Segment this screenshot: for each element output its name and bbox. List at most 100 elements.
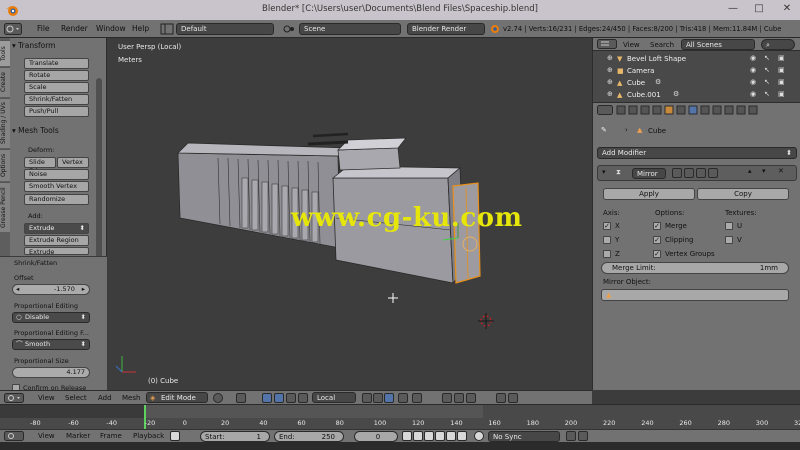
3d-viewport[interactable]: User Persp (Local) Meters www.cg-ku.com … (108, 38, 592, 390)
camera-render-icon[interactable]: ▣ (778, 54, 786, 63)
collapse-arrow-icon[interactable]: ▾ (602, 168, 606, 176)
move-down-icon[interactable]: ▾ (762, 167, 766, 175)
transform-panel-header[interactable]: ▾ Transform (12, 41, 55, 50)
pointer-icon[interactable]: ↖ (764, 90, 772, 99)
show-render-button[interactable] (708, 168, 718, 178)
jump-keyframe-back-button[interactable] (413, 431, 423, 441)
properties-context-tabs[interactable] (597, 105, 797, 115)
preview-range-button[interactable] (170, 431, 180, 441)
tab-grease-pencil[interactable]: Grease Pencil (0, 182, 10, 232)
menu-window[interactable]: Window (96, 24, 126, 33)
tab-options[interactable]: Options (0, 149, 10, 181)
texture-v-checkbox[interactable] (725, 236, 733, 244)
texture-u-checkbox[interactable] (725, 222, 733, 230)
pin-icon[interactable]: ✎ (601, 126, 607, 134)
snap-target-button[interactable] (466, 393, 476, 403)
scale-button[interactable]: Scale (24, 82, 89, 93)
mesh-tools-panel-header[interactable]: ▾ Mesh Tools (12, 126, 59, 135)
record-button[interactable] (474, 431, 484, 441)
proportional-editing-dropdown[interactable]: ○ Disable ⬍ (12, 312, 90, 323)
scale-manipulator-button[interactable] (298, 393, 308, 403)
mesh-menu[interactable]: Mesh (122, 394, 140, 402)
extrude-region-button[interactable]: Extrude Region (24, 235, 89, 246)
play-reverse-button[interactable] (424, 431, 434, 441)
outliner-search-field[interactable]: ⌕ (761, 39, 795, 50)
rotate-button[interactable]: Rotate (24, 70, 89, 81)
outliner-view-menu[interactable]: View (623, 41, 640, 49)
menu-render[interactable]: Render (61, 24, 88, 33)
editor-type-icon[interactable] (4, 431, 24, 441)
view-menu[interactable]: View (38, 394, 55, 402)
sync-mode-dropdown[interactable]: No Sync (488, 431, 560, 442)
opengl-render-button[interactable] (496, 393, 506, 403)
merge-checkbox[interactable]: ✓ (653, 222, 661, 230)
proportional-size-field[interactable]: 4.177 (12, 367, 90, 378)
outliner-display-mode-dropdown[interactable]: All Scenes (681, 39, 755, 50)
pivot-point-button[interactable] (236, 393, 246, 403)
eye-icon[interactable]: ◉ (750, 54, 758, 63)
proportional-editing-button[interactable] (412, 393, 422, 403)
jump-keyframe-forward-button[interactable] (446, 431, 456, 441)
menu-file[interactable]: File (37, 24, 50, 33)
extrude-dropdown[interactable]: Extrude ⬍ (24, 223, 89, 234)
tab-tools[interactable]: Tools (0, 40, 10, 66)
close-button[interactable]: ✕ (774, 0, 800, 20)
randomize-button[interactable]: Randomize (24, 194, 89, 205)
pointer-icon[interactable]: ↖ (764, 54, 772, 63)
vertex-select-button[interactable] (362, 393, 372, 403)
falloff-dropdown[interactable]: ⌒ Smooth ⬍ (12, 339, 90, 350)
pointer-icon[interactable]: ↖ (764, 66, 772, 75)
mirror-object-field[interactable]: ▲ (601, 289, 789, 301)
move-up-icon[interactable]: ▴ (748, 167, 752, 175)
camera-render-icon[interactable]: ▣ (778, 66, 786, 75)
noise-button[interactable]: Noise (24, 169, 89, 180)
snap-element-button[interactable] (454, 393, 464, 403)
transform-orientation-dropdown[interactable]: Local (312, 392, 356, 403)
current-frame-field[interactable]: 0 (354, 431, 398, 442)
axis-x-checkbox[interactable]: ✓ (603, 222, 611, 230)
axis-z-checkbox[interactable] (603, 250, 611, 258)
eye-icon[interactable]: ◉ (750, 90, 758, 99)
modifier-name-field[interactable]: Mirror (632, 168, 666, 179)
select-menu[interactable]: Select (65, 394, 87, 402)
maximize-button[interactable]: □ (746, 0, 772, 20)
translate-manipulator-button[interactable] (274, 393, 284, 403)
eye-icon[interactable]: ◉ (750, 78, 758, 87)
show-viewport-button[interactable] (696, 168, 706, 178)
eye-icon[interactable]: ◉ (750, 66, 758, 75)
slide-vertex-button[interactable]: Vertex (57, 157, 89, 168)
opengl-animation-button[interactable] (508, 393, 518, 403)
outliner-row[interactable]: ⊕ ▲ Cube.001 ⚙ ◉ ↖ ▣ (593, 89, 800, 101)
rotate-manipulator-button[interactable] (286, 393, 296, 403)
copy-button[interactable]: Copy (697, 188, 789, 200)
smooth-vertex-button[interactable]: Smooth Vertex (24, 181, 89, 192)
start-frame-field[interactable]: Start: 1 (200, 431, 270, 442)
push-pull-button[interactable]: Push/Pull (24, 106, 89, 117)
remove-modifier-icon[interactable]: ✕ (778, 167, 784, 175)
offset-field[interactable]: ◂ -1.570 ▸ (12, 284, 90, 295)
outliner-search-menu[interactable]: Search (650, 41, 674, 49)
frame-menu[interactable]: Frame (100, 432, 122, 440)
keying-set-button[interactable] (566, 431, 576, 441)
editor-type-icon[interactable] (597, 39, 617, 49)
playback-menu[interactable]: Playback (133, 432, 164, 440)
edge-select-button[interactable] (373, 393, 383, 403)
editor-type-icon[interactable] (4, 23, 22, 35)
play-button[interactable] (435, 431, 445, 441)
viewport-shading-button[interactable] (213, 393, 223, 403)
scene-dropdown[interactable]: Scene (299, 23, 401, 35)
show-on-cage-button[interactable] (684, 168, 694, 178)
outliner-row[interactable]: ⊕ ▼ Bevel Loft Shape ◉ ↖ ▣ (593, 53, 800, 65)
tab-shading-uvs[interactable]: Shading / UVs (0, 98, 10, 148)
end-frame-field[interactable]: End: 250 (274, 431, 344, 442)
clipping-checkbox[interactable]: ✓ (653, 236, 661, 244)
screen-layout-dropdown[interactable]: Default (176, 23, 274, 35)
extrude-individual-button[interactable]: Extrude Individual (24, 247, 89, 255)
show-in-editmode-button[interactable] (672, 168, 682, 178)
camera-render-icon[interactable]: ▣ (778, 90, 786, 99)
face-select-button[interactable] (384, 393, 394, 403)
timeline[interactable]: -80 -60 -40 -20 0 20 40 60 80 100 120 140 160 180 200 2… (0, 404, 800, 430)
tab-create[interactable]: Create (0, 67, 10, 97)
apply-button[interactable]: Apply (603, 188, 695, 200)
vertex-groups-checkbox[interactable]: ✓ (653, 250, 661, 258)
